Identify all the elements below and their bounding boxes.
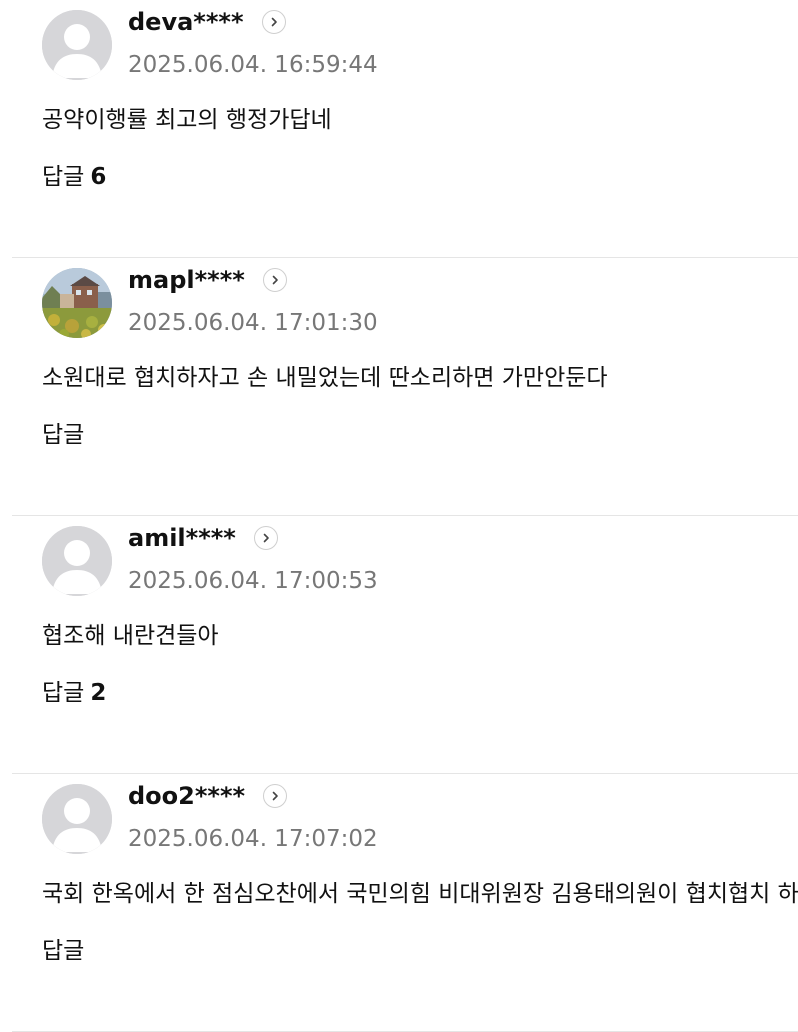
comment-timestamp: 2025.06.04. 17:01:30 — [128, 310, 378, 336]
comment-text: 공약이행률 최고의 행정가답네 — [42, 107, 332, 133]
reply-label: 답글 — [42, 422, 85, 448]
username[interactable]: deva**** — [128, 6, 286, 38]
user-photo-avatar[interactable] — [42, 268, 112, 338]
comment-timestamp: 2025.06.04. 17:07:02 — [128, 826, 378, 852]
reply-button[interactable]: 답글 6 — [42, 161, 106, 193]
reply-label: 답글 — [42, 164, 85, 190]
comment-item: doo2**** 2025.06.04. 17:07:02 국회 한옥에서 한 … — [0, 774, 798, 1032]
chevron-right-icon[interactable] — [262, 268, 287, 292]
comment-text: 소원대로 협치하자고 손 내밀었는데 딴소리하면 가만안둔다 — [42, 365, 608, 391]
comment-item: deva**** 2025.06.04. 16:59:44 공약이행률 최고의 … — [0, 0, 798, 258]
comment-timestamp: 2025.06.04. 17:00:53 — [128, 568, 378, 594]
reply-button[interactable]: 답글 — [42, 935, 84, 967]
reply-label: 답글 — [42, 938, 85, 964]
username[interactable]: mapl**** — [128, 264, 287, 296]
reply-label: 답글 — [42, 680, 85, 706]
username-text[interactable]: amil**** — [128, 522, 236, 554]
comment-text: 국회 한옥에서 한 점심오찬에서 국민의힘 비대위원장 김용태의원이 협치협치 … — [42, 881, 798, 907]
default-avatar-icon[interactable] — [42, 10, 112, 80]
username-text[interactable]: mapl**** — [128, 264, 245, 296]
chevron-right-icon[interactable] — [253, 526, 278, 550]
chevron-right-icon[interactable] — [261, 10, 286, 34]
username[interactable]: amil**** — [128, 522, 278, 554]
username-text[interactable]: deva**** — [128, 6, 244, 38]
username-text[interactable]: doo2**** — [128, 780, 245, 812]
reply-count: 6 — [90, 164, 107, 190]
comment-item: amil**** 2025.06.04. 17:00:53 협조해 내란견들아 … — [0, 516, 798, 774]
default-avatar-icon[interactable] — [42, 784, 112, 854]
chevron-right-icon[interactable] — [263, 784, 288, 808]
comment-list: deva**** 2025.06.04. 16:59:44 공약이행률 최고의 … — [0, 0, 798, 1032]
comment-timestamp: 2025.06.04. 16:59:44 — [128, 52, 378, 78]
reply-button[interactable]: 답글 — [42, 419, 84, 451]
username[interactable]: doo2**** — [128, 780, 288, 812]
reply-button[interactable]: 답글 2 — [42, 677, 106, 709]
default-avatar-icon[interactable] — [42, 526, 112, 596]
reply-count: 2 — [90, 680, 107, 706]
comment-text: 협조해 내란견들아 — [42, 623, 219, 649]
comment-item: mapl**** 2025.06.04. 17:01:30 소원대로 협치하자고… — [0, 258, 798, 516]
